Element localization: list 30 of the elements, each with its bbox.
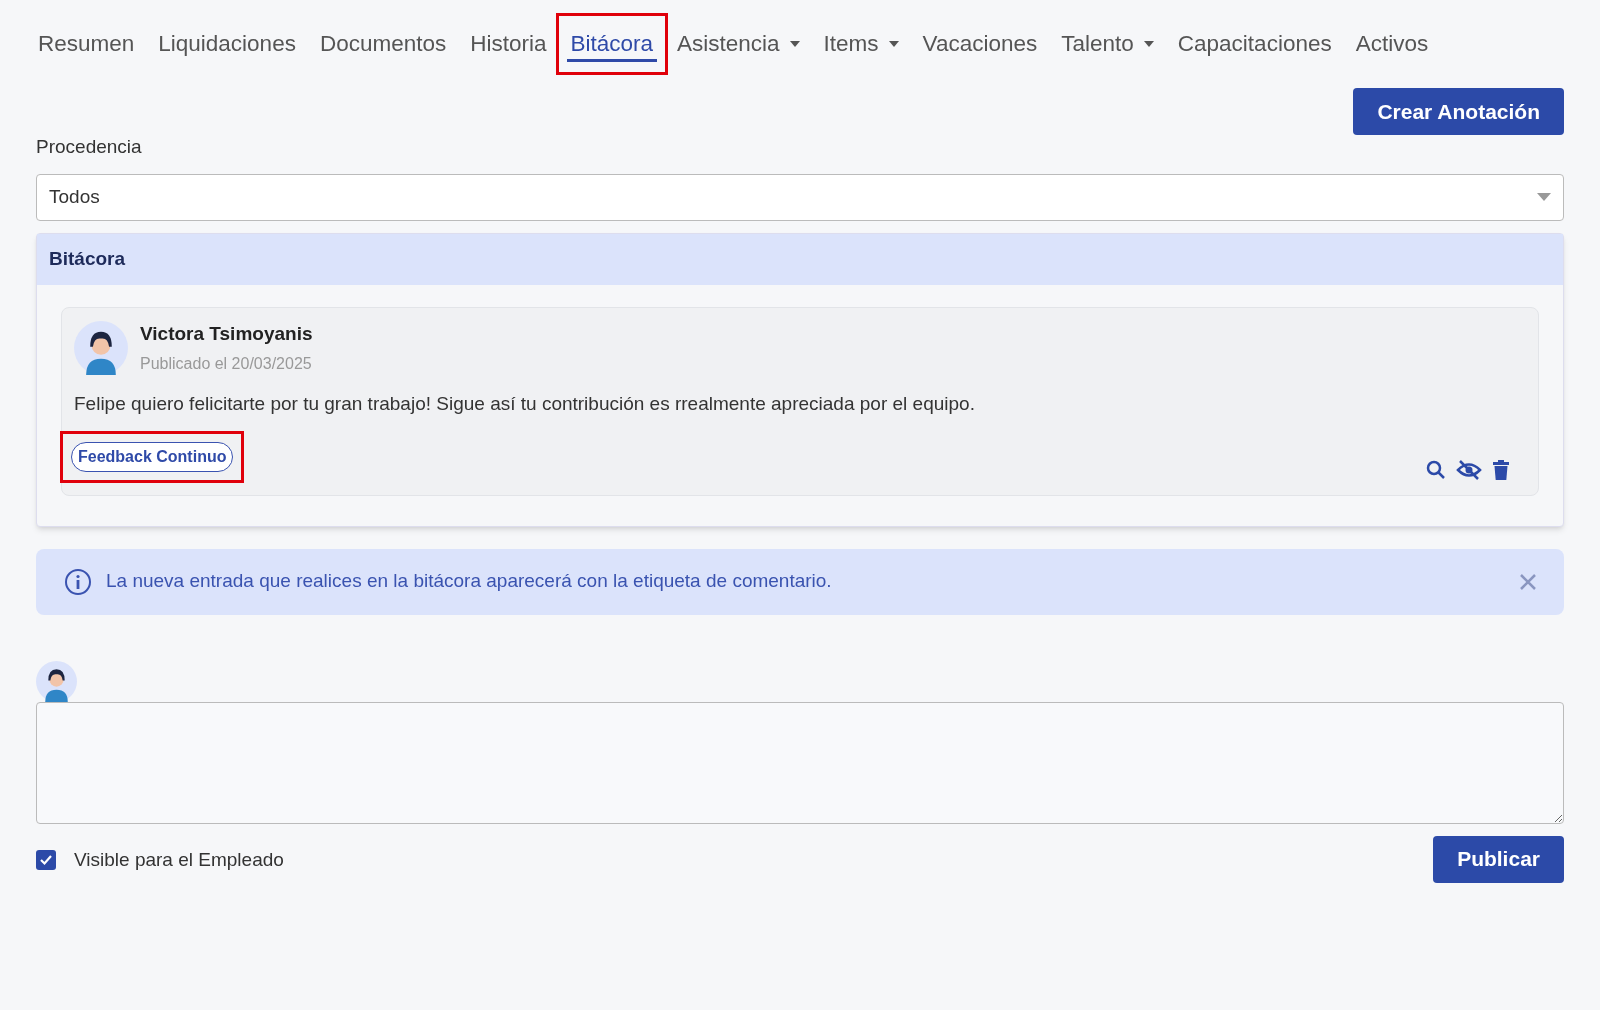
nav-tab[interactable]: Liquidaciones bbox=[146, 16, 308, 72]
nav-tab[interactable]: Talento bbox=[1049, 16, 1166, 72]
avatar bbox=[74, 320, 128, 375]
publish-button[interactable]: Publicar bbox=[1433, 835, 1564, 883]
nav-tab[interactable]: Bitácora bbox=[558, 16, 666, 72]
create-annotation-button[interactable]: Crear Anotación bbox=[1353, 88, 1564, 135]
card-header: Bitácora bbox=[37, 233, 1563, 285]
nav-tab[interactable]: Vacaciones bbox=[910, 16, 1050, 72]
field-label: Procedencia bbox=[36, 135, 143, 159]
info-icon bbox=[64, 567, 92, 596]
nav-tab[interactable]: Resumen bbox=[26, 16, 147, 72]
caret-icon bbox=[1537, 193, 1551, 201]
post-date: Publicado el 20/03/2025 bbox=[140, 354, 313, 374]
source-dropdown[interactable]: Todos bbox=[36, 173, 1564, 221]
trash-icon[interactable] bbox=[1492, 459, 1510, 480]
nav-tab[interactable]: Items bbox=[811, 16, 911, 72]
tag-badge: Feedback Continuo bbox=[71, 441, 234, 472]
entry-text: Felipe quiero felicitarte por tu gran trabajo! Sigue así tu contribución es rrealmente apreciada por el equipo. bbox=[74, 392, 976, 416]
nav-tab[interactable]: Documentos bbox=[307, 16, 459, 72]
nav-tab[interactable]: Historia bbox=[458, 16, 559, 72]
checkbox[interactable] bbox=[36, 849, 56, 870]
avatar bbox=[36, 660, 77, 702]
nav-tab[interactable]: Capacitaciones bbox=[1165, 16, 1344, 72]
nav-tab[interactable]: Activos bbox=[1343, 16, 1441, 72]
checkbox-label: Visible para el Empleado bbox=[74, 847, 284, 872]
nav-tab[interactable]: Asistencia bbox=[665, 16, 812, 72]
author-name: Victora Tsimoyanis bbox=[140, 321, 313, 346]
alert-message: La nueva entrada que realices en la bitácora aparecerá con la etiqueta de comentario. bbox=[106, 569, 833, 594]
search-icon[interactable] bbox=[1426, 459, 1446, 480]
eye-slash-icon[interactable] bbox=[1456, 458, 1482, 481]
